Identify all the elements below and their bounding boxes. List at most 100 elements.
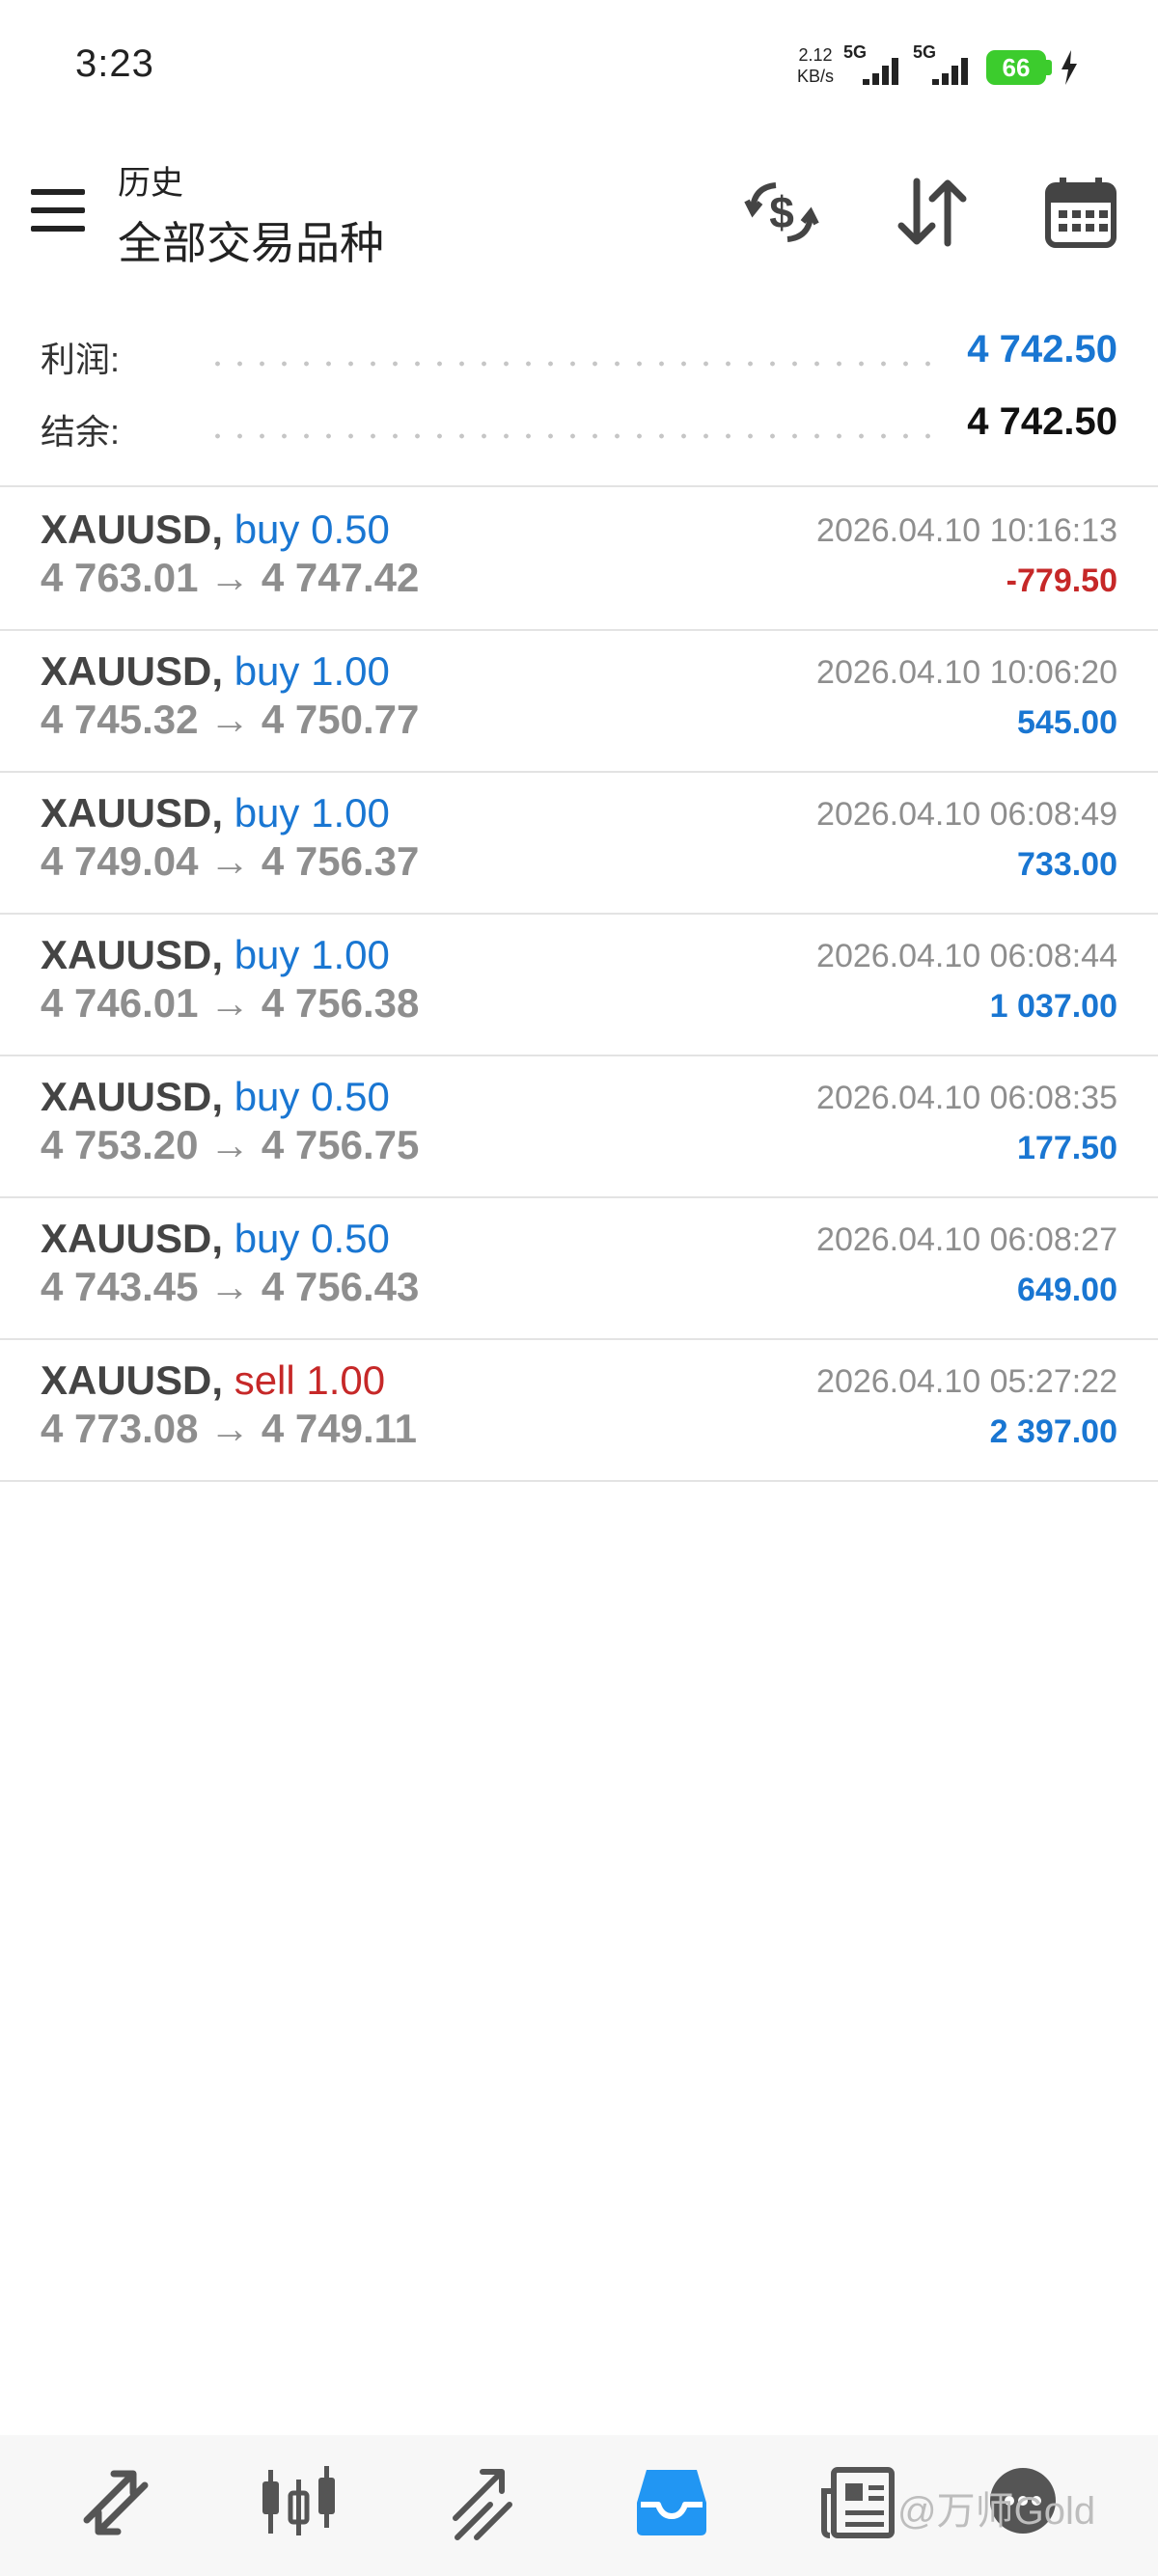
profit-row: 利润: 4 742.50 — [0, 318, 1158, 390]
clock: 3:23 — [75, 42, 154, 85]
deal-row[interactable]: XAUUSD, buy 0.50 4 743.45 → 4 756.43 202… — [0, 1196, 1158, 1340]
deal-row[interactable]: XAUUSD, sell 1.00 4 773.08 → 4 749.11 20… — [0, 1338, 1158, 1482]
bottom-nav: @万师Gold — [0, 2435, 1158, 2576]
deal-prices: 4 773.08 → 4 749.11 — [41, 1406, 417, 1452]
deal-row[interactable]: XAUUSD, buy 1.00 4 745.32 → 4 750.77 202… — [0, 629, 1158, 773]
deal-close-price: 4 750.77 — [261, 697, 420, 742]
deal-open-price: 4 745.32 — [41, 697, 199, 742]
battery-icon: 66 — [986, 50, 1046, 85]
network-speed-value: 2.12 — [798, 45, 833, 65]
balance-label: 结余: — [41, 412, 121, 452]
deal-side: buy 0.50 — [234, 1074, 390, 1119]
deal-row[interactable]: XAUUSD, buy 0.50 4 753.20 → 4 756.75 202… — [0, 1055, 1158, 1198]
deal-side: sell 1.00 — [234, 1357, 386, 1403]
deal-symbol-line: XAUUSD, sell 1.00 — [41, 1357, 385, 1404]
currency-exchange-icon[interactable]: $ — [743, 174, 820, 251]
deal-profit: 1 037.00 — [989, 988, 1117, 1025]
deal-symbol: XAUUSD, — [41, 790, 224, 836]
history-icon[interactable] — [633, 2464, 710, 2541]
deal-open-price: 4 763.01 — [41, 555, 199, 600]
balance-row: 结余: 4 742.50 — [0, 391, 1158, 462]
profit-label: 利润: — [41, 340, 121, 379]
dotted-leader — [207, 433, 938, 439]
deal-symbol: XAUUSD, — [41, 648, 224, 694]
menu-icon[interactable] — [31, 189, 85, 232]
arrow-right-icon: → — [209, 838, 251, 884]
deal-time: 2026.04.10 06:08:44 — [816, 938, 1117, 974]
deal-profit: 2 397.00 — [989, 1413, 1117, 1450]
network-speed-unit: KB/s — [797, 67, 835, 86]
deal-close-price: 4 756.38 — [261, 980, 420, 1026]
status-bar: 3:23 2.12 KB/s 5G 5G 66 — [0, 0, 1158, 135]
profit-value: 4 742.50 — [967, 328, 1117, 370]
battery-tip — [1046, 60, 1052, 75]
deal-symbol: XAUUSD, — [41, 1216, 224, 1261]
signal-bars-icon — [857, 56, 898, 85]
svg-text:$: $ — [769, 187, 794, 237]
deal-side: buy 0.50 — [234, 507, 390, 552]
balance-value: 4 742.50 — [967, 400, 1117, 443]
signal-bars-icon — [926, 56, 968, 85]
deal-symbol: XAUUSD, — [41, 1074, 224, 1119]
deal-profit: 545.00 — [1017, 704, 1117, 741]
deal-symbol-line: XAUUSD, buy 0.50 — [41, 1216, 390, 1262]
network-speed: 2.12 KB/s — [797, 44, 834, 87]
deal-time: 2026.04.10 06:08:35 — [816, 1080, 1117, 1116]
deal-prices: 4 745.32 → 4 750.77 — [41, 697, 419, 743]
deal-open-price: 4 773.08 — [41, 1406, 199, 1451]
deal-side: buy 1.00 — [234, 648, 390, 694]
page-title[interactable]: 全部交易品种 — [118, 208, 384, 272]
battery-level: 66 — [1002, 53, 1031, 82]
deal-symbol: XAUUSD, — [41, 1357, 224, 1403]
dotted-leader — [207, 361, 938, 367]
deal-time: 2026.04.10 10:06:20 — [816, 654, 1117, 691]
arrow-right-icon: → — [209, 1122, 251, 1167]
deal-symbol-line: XAUUSD, buy 0.50 — [41, 1074, 390, 1120]
arrow-right-icon: → — [209, 1264, 251, 1309]
deal-symbol-line: XAUUSD, buy 0.50 — [41, 507, 390, 553]
deal-symbol-line: XAUUSD, buy 1.00 — [41, 648, 390, 695]
deal-profit: -779.50 — [1006, 562, 1117, 599]
deal-open-price: 4 743.45 — [41, 1264, 199, 1309]
calendar-icon[interactable] — [1042, 174, 1119, 251]
deal-row[interactable]: XAUUSD, buy 0.50 4 763.01 → 4 747.42 202… — [0, 487, 1158, 631]
news-icon[interactable] — [820, 2464, 897, 2541]
deal-symbol-line: XAUUSD, buy 1.00 — [41, 932, 390, 978]
deal-time: 2026.04.10 10:16:13 — [816, 512, 1117, 549]
deal-prices: 4 746.01 → 4 756.38 — [41, 980, 419, 1027]
sort-icon[interactable] — [894, 174, 971, 251]
deal-profit: 177.50 — [1017, 1130, 1117, 1166]
deal-side: buy 0.50 — [234, 1216, 390, 1261]
deal-open-price: 4 749.04 — [41, 838, 199, 884]
chart-icon[interactable] — [261, 2464, 338, 2541]
deal-prices: 4 743.45 → 4 756.43 — [41, 1264, 419, 1310]
arrow-right-icon: → — [209, 980, 251, 1026]
deal-close-price: 4 747.42 — [261, 555, 420, 600]
deal-open-price: 4 746.01 — [41, 980, 199, 1026]
deal-close-price: 4 756.37 — [261, 838, 420, 884]
deal-time: 2026.04.10 06:08:27 — [816, 1221, 1117, 1258]
deal-open-price: 4 753.20 — [41, 1122, 199, 1167]
deal-row[interactable]: XAUUSD, buy 1.00 4 746.01 → 4 756.38 202… — [0, 913, 1158, 1056]
deal-time: 2026.04.10 06:08:49 — [816, 796, 1117, 833]
deal-side: buy 1.00 — [234, 790, 390, 836]
watermark-text: @万师Gold — [897, 2490, 1096, 2533]
deal-profit: 733.00 — [1017, 846, 1117, 883]
toolbar: 历史 全部交易品种 $ — [0, 145, 1158, 270]
deal-prices: 4 763.01 → 4 747.42 — [41, 555, 419, 601]
deal-prices: 4 753.20 → 4 756.75 — [41, 1122, 419, 1168]
deal-symbol: XAUUSD, — [41, 932, 224, 977]
deal-time: 2026.04.10 05:27:22 — [816, 1363, 1117, 1400]
quotes-icon[interactable] — [77, 2464, 154, 2541]
trade-icon[interactable] — [448, 2464, 525, 2541]
charging-icon — [1062, 50, 1077, 85]
deal-symbol: XAUUSD, — [41, 507, 224, 552]
deal-side: buy 1.00 — [234, 932, 390, 977]
deal-prices: 4 749.04 → 4 756.37 — [41, 838, 419, 885]
arrow-right-icon: → — [209, 697, 251, 742]
deal-close-price: 4 749.11 — [261, 1406, 418, 1451]
arrow-right-icon: → — [209, 555, 251, 600]
deal-symbol-line: XAUUSD, buy 1.00 — [41, 790, 390, 836]
deal-row[interactable]: XAUUSD, buy 1.00 4 749.04 → 4 756.37 202… — [0, 771, 1158, 915]
arrow-right-icon: → — [209, 1406, 251, 1451]
